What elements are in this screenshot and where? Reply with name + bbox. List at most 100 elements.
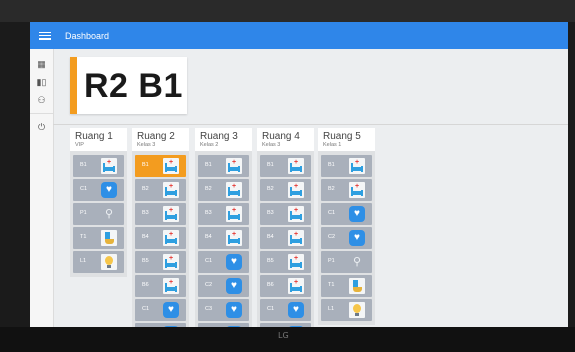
room-title: Ruang 2 <box>137 131 175 142</box>
device-tile[interactable]: B2 + <box>321 179 372 201</box>
device-tile[interactable]: B2 + <box>260 179 311 201</box>
grid-icon[interactable]: ▦ <box>30 55 53 73</box>
bed-icon: + <box>163 158 179 174</box>
device-code: B6 <box>142 282 149 288</box>
device-tile[interactable]: C2 ♥ <box>321 227 372 249</box>
device-tile[interactable]: C3 ♥ <box>198 299 249 321</box>
device-tile[interactable]: B4 + <box>198 227 249 249</box>
device-tile[interactable]: B3 + <box>198 203 249 225</box>
room-class: VIP <box>75 142 84 148</box>
heart-icon: ♥ <box>288 302 304 318</box>
device-code: P1 <box>328 258 335 264</box>
screen: Dashboard ▦ ▮▯ ⚇ ⏻ R2 B1 Ruang 1 VIP B1 + C1… <box>30 22 568 327</box>
device-tile[interactable]: B3 + <box>260 203 311 225</box>
lightbulb-icon <box>101 254 117 270</box>
room-class: Kelas 3 <box>262 142 281 148</box>
room-card-4: Ruang 4Kelas 3B1+B2+B3+B4+B5+B6+C1♥C2♥ <box>257 128 314 327</box>
device-tile[interactable]: T1 <box>321 275 372 297</box>
device-tile[interactable]: C1 ♥ <box>321 203 372 225</box>
device-tile[interactable]: B6 + <box>260 275 311 297</box>
room-device-list: B1 + B2 + C1 ♥ C2 ♥ P1 ⚲ T1 L1 <box>318 151 375 325</box>
device-tile[interactable]: B1 + <box>321 155 372 177</box>
device-tile[interactable]: B4 + <box>135 227 186 249</box>
device-code: B2 <box>328 186 335 192</box>
device-tile[interactable]: C2 ♥ <box>198 275 249 297</box>
device-code: C1 <box>80 186 88 192</box>
device-tile[interactable]: B4 + <box>260 227 311 249</box>
room-card-2: Ruang 2Kelas 3B1+B2+B3+B4+B5+B6+C1♥C2♥ <box>132 128 189 327</box>
accent-bar <box>70 57 77 114</box>
bed-icon: + <box>226 182 242 198</box>
room-card-1: Ruang 1 VIP B1 + C1 ♥ P1 ⚲ T1 L1 <box>70 128 127 277</box>
device-tile[interactable]: B5 + <box>135 251 186 273</box>
device-tile[interactable]: L1 <box>321 299 372 321</box>
bed-icon: + <box>288 254 304 270</box>
toilet-icon <box>349 278 365 294</box>
monitor-bezel <box>0 0 575 22</box>
app-bar: Dashboard <box>30 22 568 49</box>
location-header-card: R2 B1 <box>70 57 187 114</box>
device-tile[interactable]: B2 + <box>198 179 249 201</box>
device-tile[interactable]: C1 ♥ <box>198 251 249 273</box>
room-class: Kelas 1 <box>323 142 342 148</box>
device-tile[interactable]: L1 <box>73 251 124 273</box>
room-title: Ruang 3 <box>200 131 238 142</box>
bed-icon: + <box>349 158 365 174</box>
bed-icon: + <box>288 278 304 294</box>
device-code: B2 <box>267 186 274 192</box>
device-code: B4 <box>205 234 212 240</box>
device-tile[interactable]: B6 + <box>135 275 186 297</box>
device-tile[interactable]: B3 + <box>135 203 186 225</box>
bed-icon: + <box>101 158 117 174</box>
bed-icon: + <box>226 230 242 246</box>
room-device-list: B1+B2+B3+B4+C1♥C2♥C3♥C4♥ <box>195 151 252 327</box>
device-code: B5 <box>142 258 149 264</box>
menu-icon[interactable] <box>39 30 51 42</box>
heart-icon: ♥ <box>101 182 117 198</box>
device-code: B2 <box>142 186 149 192</box>
bed-icon: + <box>288 206 304 222</box>
location-label: R2 B1 <box>84 67 183 105</box>
heart-icon: ♥ <box>226 278 242 294</box>
device-code: B6 <box>267 282 274 288</box>
device-tile[interactable]: B1 + <box>73 155 124 177</box>
device-code: C1 <box>267 306 275 312</box>
device-code: B1 <box>142 162 149 168</box>
bed-icon: + <box>163 254 179 270</box>
tap-icon: ⚲ <box>352 256 362 268</box>
device-tile[interactable]: C1 ♥ <box>73 179 124 201</box>
heart-icon: ♥ <box>163 302 179 318</box>
bed-icon: + <box>163 230 179 246</box>
device-tile[interactable]: P1 ⚲ <box>73 203 124 225</box>
power-icon[interactable]: ⏻ <box>30 118 53 136</box>
side-nav: ▦ ▮▯ ⚇ ⏻ <box>30 49 54 327</box>
device-code: P1 <box>80 210 87 216</box>
lightbulb-icon <box>349 302 365 318</box>
device-tile[interactable]: C1 ♥ <box>260 299 311 321</box>
bed-icon: + <box>288 158 304 174</box>
device-tile[interactable]: B2 + <box>135 179 186 201</box>
room-card-5: Ruang 5 Kelas 1 B1 + B2 + C1 ♥ C2 ♥ P1 ⚲ T1 L1 <box>318 128 375 325</box>
device-code: T1 <box>80 234 87 240</box>
device-code: C2 <box>328 234 336 240</box>
device-code: B4 <box>267 234 274 240</box>
device-tile[interactable]: C1 ♥ <box>135 299 186 321</box>
device-code: T1 <box>328 282 335 288</box>
device-tile[interactable]: B1 + <box>198 155 249 177</box>
device-code: L1 <box>328 306 335 312</box>
heart-icon: ♥ <box>226 302 242 318</box>
toilet-icon <box>101 230 117 246</box>
tap-icon: ⚲ <box>104 208 114 220</box>
bed-icon: + <box>288 230 304 246</box>
device-code: B1 <box>205 162 212 168</box>
app-title: Dashboard <box>65 30 110 41</box>
device-tile[interactable]: B1 + <box>135 155 186 177</box>
device-tile[interactable]: B1 + <box>260 155 311 177</box>
device-tile[interactable]: T1 <box>73 227 124 249</box>
device-tile[interactable]: P1 ⚲ <box>321 251 372 273</box>
room-device-list: B1+B2+B3+B4+B5+B6+C1♥C2♥ <box>132 151 189 327</box>
bed-icon: + <box>349 182 365 198</box>
device-tile[interactable]: B5 + <box>260 251 311 273</box>
chart-icon[interactable]: ▮▯ <box>30 73 53 91</box>
users-icon[interactable]: ⚇ <box>30 91 53 109</box>
